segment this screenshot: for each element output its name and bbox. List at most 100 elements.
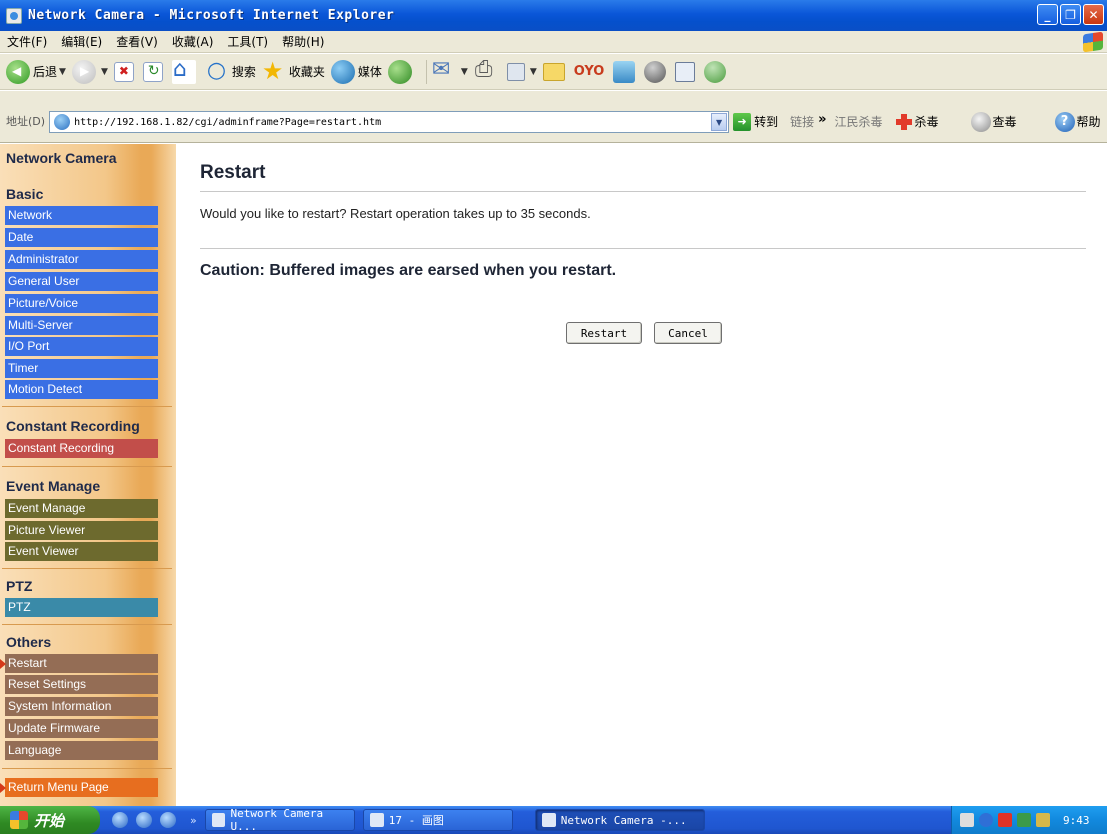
go-label: 转到	[754, 115, 779, 129]
print-button[interactable]	[474, 57, 501, 84]
refresh-icon	[142, 61, 163, 82]
start-button[interactable]: 开始	[0, 806, 100, 834]
sidebar-item-date[interactable]: Date	[5, 228, 158, 247]
address-label: 地址(D)	[6, 115, 46, 128]
scan-icon	[970, 112, 991, 132]
search-label: 搜索	[231, 65, 256, 79]
antivirus-cross-icon	[895, 113, 913, 131]
search-button[interactable]: 搜索	[205, 58, 256, 84]
sidebar-item-reset-settings[interactable]: Reset Settings	[5, 675, 158, 694]
messenger-button[interactable]	[613, 60, 638, 83]
address-url[interactable]: http://192.168.1.82/cgi/adminframe?Page=…	[74, 117, 711, 128]
ie-quicklaunch-icon[interactable]	[112, 812, 128, 828]
taskbar-item-paint[interactable]: 17 - 画图	[362, 809, 513, 831]
settings-sidebar: Network Camera Basic Network Date Admini…	[0, 144, 176, 806]
windows-flag-icon	[10, 811, 28, 829]
media-icon	[330, 59, 355, 84]
taskbar-item-word[interactable]: Network Camera U...	[204, 807, 355, 833]
sidebar-brand: Network Camera	[6, 150, 117, 166]
user-icon	[644, 60, 667, 83]
sidebar-divider	[2, 568, 172, 569]
kaspersky-tray-icon[interactable]	[998, 813, 1012, 827]
folder-button[interactable]	[542, 62, 568, 81]
media-label: 媒体	[357, 65, 382, 79]
sidebar-item-restart[interactable]: Restart	[0, 654, 158, 673]
forward-dropdown-icon[interactable]: ▼	[101, 67, 108, 77]
links-chevron-icon[interactable]: »	[818, 111, 826, 129]
antivirus-toolbar: 江民杀毒 杀毒 查毒 ? 帮助	[835, 111, 1101, 133]
menu-view[interactable]: 查看(V)	[109, 33, 165, 50]
start-label: 开始	[34, 811, 65, 830]
menu-tools[interactable]: 工具(T)	[220, 33, 275, 50]
jiangmin-label[interactable]: 江民杀毒	[835, 111, 883, 133]
return-menu-page-link[interactable]: Return Menu Page	[0, 778, 158, 797]
sidebar-item-administrator[interactable]: Administrator	[5, 250, 158, 269]
stop-button[interactable]	[113, 61, 137, 82]
sidebar-item-event-manage[interactable]: Event Manage	[5, 499, 158, 518]
kill-virus-button[interactable]: 杀毒	[915, 111, 939, 133]
forward-button[interactable]: ▼	[71, 59, 108, 84]
menu-bar: 文件(F) 编辑(E) 查看(V) 收藏(A) 工具(T) 帮助(H)	[0, 31, 1107, 53]
mail-button[interactable]: ▼	[432, 57, 468, 84]
user-button[interactable]	[644, 60, 669, 83]
taskbar-item-label: Network Camera U...	[230, 807, 324, 833]
sidebar-item-picture-viewer[interactable]: Picture Viewer	[5, 521, 158, 540]
restart-button[interactable]: Restart	[566, 322, 642, 344]
keyboard-tray-icon[interactable]	[960, 813, 974, 827]
edit-dropdown-icon[interactable]: ▼	[530, 67, 537, 77]
volume-tray-icon[interactable]	[1036, 813, 1050, 827]
address-dropdown-icon[interactable]: ▼	[711, 113, 728, 131]
sidebar-item-timer[interactable]: Timer	[5, 359, 158, 378]
browser-quicklaunch-icon[interactable]	[136, 812, 152, 828]
close-button[interactable]: ✕	[1083, 4, 1104, 25]
go-button[interactable]: ➜ 转到	[733, 111, 778, 133]
mail-dropdown-icon[interactable]: ▼	[461, 67, 468, 77]
maximize-button[interactable]: ❐	[1060, 4, 1081, 25]
refresh-button[interactable]	[142, 61, 166, 82]
scan-virus-button[interactable]: 查毒	[993, 111, 1017, 133]
sidebar-item-update-firmware[interactable]: Update Firmware	[5, 719, 158, 738]
sidebar-item-io-port[interactable]: I/O Port	[5, 337, 158, 356]
sidebar-item-network[interactable]: Network	[5, 206, 158, 225]
address-input[interactable]: http://192.168.1.82/cgi/adminframe?Page=…	[49, 111, 730, 133]
favorites-button[interactable]: 收藏夹	[262, 57, 325, 85]
help-button[interactable]: 帮助	[1077, 111, 1101, 133]
quicklaunch-chevron-icon[interactable]: »	[190, 814, 197, 827]
sidebar-item-picture-voice[interactable]: Picture/Voice	[5, 294, 158, 313]
messenger-icon	[613, 60, 636, 83]
media-button[interactable]: 媒体	[330, 59, 382, 84]
sidebar-item-multi-server[interactable]: Multi-Server	[5, 316, 158, 335]
history-button[interactable]	[387, 59, 415, 84]
research-button[interactable]	[675, 61, 698, 82]
cancel-button[interactable]: Cancel	[654, 322, 722, 344]
folder-icon	[542, 62, 565, 81]
qq-button[interactable]: OYO	[574, 64, 608, 79]
sidebar-item-system-information[interactable]: System Information	[5, 697, 158, 716]
back-dropdown-icon[interactable]: ▼	[59, 67, 66, 77]
back-button[interactable]: 后退 ▼	[6, 59, 66, 84]
section-heading-others: Others	[6, 634, 52, 650]
home-button[interactable]	[171, 57, 199, 84]
links-label[interactable]: 链接	[790, 111, 814, 133]
window-title: Network Camera - Microsoft Internet Expl…	[28, 8, 395, 23]
go-arrow-icon: ➜	[733, 113, 752, 131]
sidebar-item-language[interactable]: Language	[5, 741, 158, 760]
sidebar-item-motion-detect[interactable]: Motion Detect	[5, 380, 158, 399]
contacts-button[interactable]	[704, 60, 729, 83]
menu-file[interactable]: 文件(F)	[0, 33, 54, 50]
desktop-quicklaunch-icon[interactable]	[160, 812, 176, 828]
home-icon	[171, 57, 196, 84]
sidebar-item-general-user[interactable]: General User	[5, 272, 158, 291]
sidebar-item-event-viewer[interactable]: Event Viewer	[5, 542, 158, 561]
menu-help[interactable]: 帮助(H)	[275, 33, 331, 50]
network-tray-icon[interactable]	[1017, 813, 1031, 827]
menu-edit[interactable]: 编辑(E)	[54, 33, 109, 50]
menu-favorites[interactable]: 收藏(A)	[165, 33, 221, 50]
minimize-button[interactable]: _	[1037, 4, 1058, 25]
edit-button[interactable]: ▼	[506, 62, 537, 81]
arrow-tray-icon[interactable]	[979, 813, 993, 827]
sidebar-item-constant-recording[interactable]: Constant Recording	[5, 439, 158, 458]
taskbar-item-ie[interactable]: Network Camera -...	[534, 809, 705, 831]
print-icon	[474, 57, 498, 84]
sidebar-item-ptz[interactable]: PTZ	[5, 598, 158, 617]
